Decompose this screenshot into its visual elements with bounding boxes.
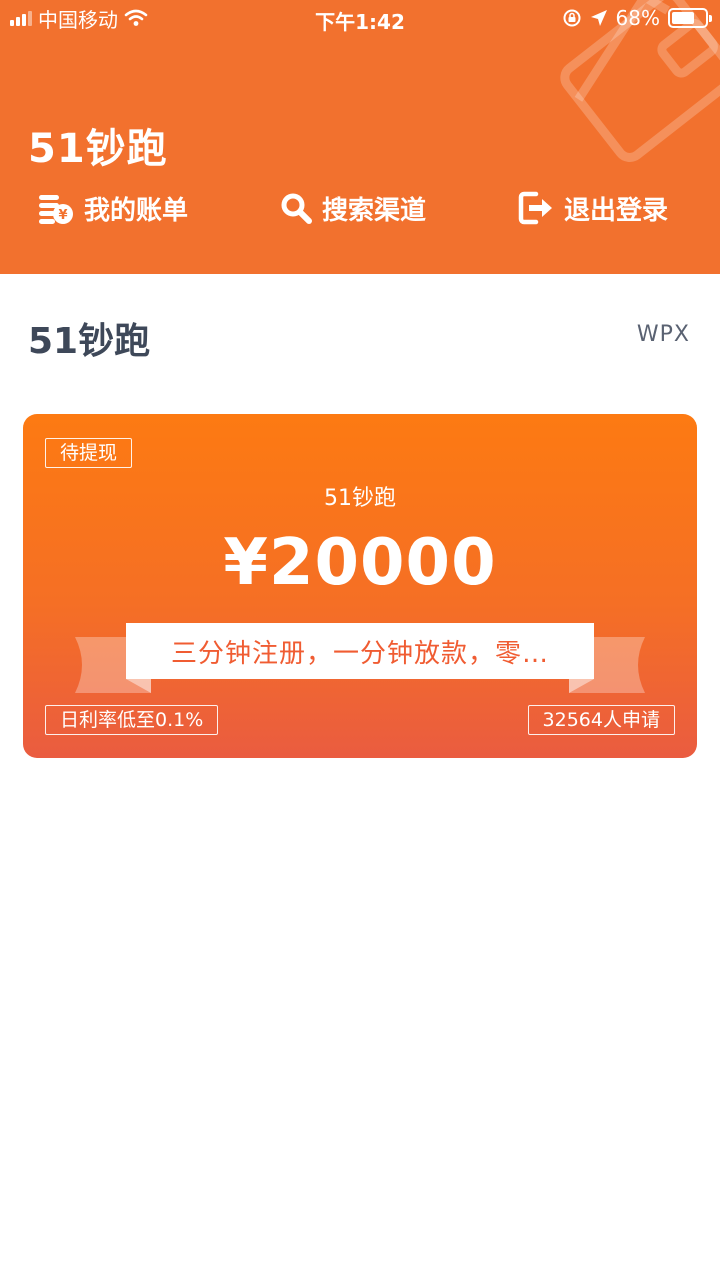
slogan-ribbon: 三分钟注册，一分钟放款，零… (23, 619, 697, 699)
location-arrow-icon (590, 10, 607, 26)
username-label: WPX (636, 322, 690, 347)
logout-icon (518, 191, 552, 225)
applicants-count-tag: 32564人申请 (527, 705, 675, 735)
slogan-text: 三分钟注册，一分钟放款，零… (126, 623, 594, 679)
app-header: 中国移动 下午1:42 68% 51钞跑 ¥ 我的账单 搜索渠道 退出登录 (0, 0, 720, 274)
nav-label: 我的账单 (84, 195, 189, 226)
nav-label: 退出登录 (564, 195, 669, 226)
header-nav: ¥ 我的账单 搜索渠道 退出登录 (0, 184, 720, 232)
svg-text:¥: ¥ (58, 208, 67, 223)
search-icon (281, 193, 312, 224)
section-title: 51钞跑 (28, 321, 151, 362)
bill-coins-icon: ¥ (39, 195, 73, 224)
nav-search-channels[interactable]: 搜索渠道 (280, 184, 426, 232)
app-title: 51钞跑 (28, 126, 168, 172)
loan-amount: ¥20000 (223, 526, 497, 600)
status-tag: 待提现 (45, 438, 133, 468)
status-bar: 中国移动 下午1:42 68% (0, 0, 720, 40)
status-right: 68% (562, 6, 712, 30)
loan-product-card[interactable]: 待提现 51钞跑 ¥20000 三分钟注册，一分钟放款，零… 日利率低至0.1%… (23, 414, 697, 758)
battery-percent: 68% (615, 6, 660, 30)
rotation-lock-icon (563, 9, 581, 27)
nav-label: 搜索渠道 (322, 195, 427, 226)
nav-my-bills[interactable]: ¥ 我的账单 (38, 184, 188, 232)
battery-icon (668, 8, 712, 28)
nav-logout[interactable]: 退出登录 (518, 184, 668, 232)
interest-rate-tag: 日利率低至0.1% (45, 705, 219, 735)
product-name: 51钞跑 (324, 486, 396, 511)
